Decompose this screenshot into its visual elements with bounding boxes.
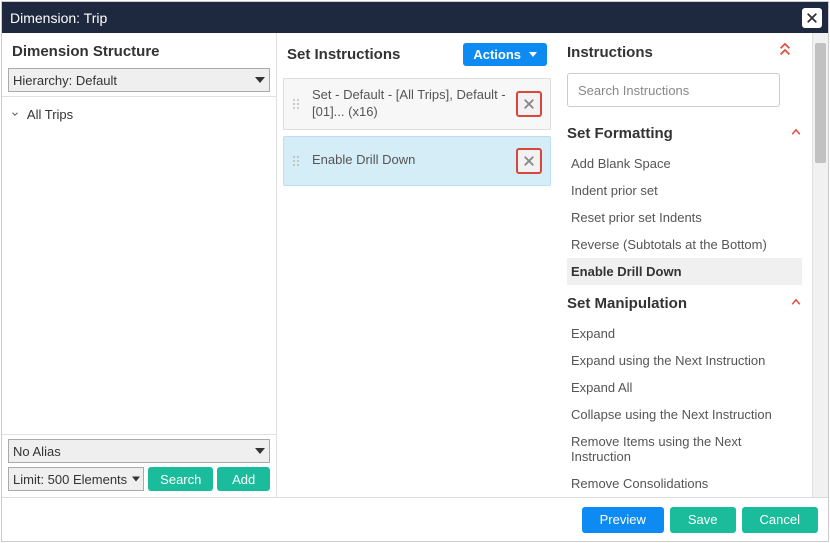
close-icon [806, 12, 818, 24]
hierarchy-tree[interactable]: All Trips [2, 96, 276, 434]
set-instructions-heading: Set Instructions [287, 46, 400, 63]
tree-root-item[interactable]: All Trips [10, 103, 268, 126]
instruction-option[interactable]: Expand using the Next Instruction [567, 347, 802, 374]
section-header[interactable]: Set Manipulation [567, 285, 802, 320]
option-list: Add Blank SpaceIndent prior setReset pri… [567, 150, 802, 285]
alias-select[interactable]: No Alias [8, 439, 270, 463]
instruction-row[interactable]: Enable Drill Down [283, 136, 551, 186]
scrollbar[interactable] [813, 33, 828, 497]
instruction-text: Set - Default - [All Trips], Default - [… [312, 87, 516, 121]
instruction-list: Set - Default - [All Trips], Default - [… [277, 74, 557, 192]
alias-select-value: No Alias [13, 444, 61, 459]
instruction-option[interactable]: Remove Items using the Next Instruction [567, 428, 802, 470]
instruction-option[interactable]: Enable Drill Down [567, 258, 802, 285]
instruction-sections: Set Formatting Add Blank SpaceIndent prio… [567, 115, 802, 497]
close-button[interactable] [802, 8, 822, 28]
actions-dropdown[interactable]: Actions [463, 43, 547, 66]
dimension-structure-panel: Dimension Structure Hierarchy: Default A… [2, 33, 277, 497]
dialog-title: Dimension: Trip [10, 10, 802, 26]
instruction-option[interactable]: Reset prior set Indents [567, 204, 802, 231]
tree-root-label: All Trips [27, 107, 73, 122]
chevron-up-icon [790, 295, 802, 312]
instruction-option[interactable]: Reverse (Subtotals at the Bottom) [567, 231, 802, 258]
chevron-up-icon [790, 125, 802, 142]
instruction-text: Enable Drill Down [312, 152, 516, 169]
instruction-option[interactable]: Remove Consolidations [567, 470, 802, 497]
delete-instruction-button[interactable] [516, 148, 542, 174]
close-icon [523, 98, 535, 110]
preview-button[interactable]: Preview [582, 507, 664, 533]
instruction-option[interactable]: Collapse using the Next Instruction [567, 401, 802, 428]
dimension-dialog: Dimension: Trip Dimension Structure Hier… [1, 1, 829, 542]
hierarchy-select[interactable]: Hierarchy: Default [8, 68, 270, 92]
section-title: Set Manipulation [567, 295, 687, 312]
chevron-down-icon [529, 52, 537, 57]
dimension-structure-heading: Dimension Structure [2, 33, 276, 68]
scrollbar-thumb[interactable] [815, 43, 826, 163]
hierarchy-select-value: Hierarchy: Default [13, 73, 117, 88]
instructions-heading: Instructions [567, 44, 653, 61]
search-instructions-input[interactable]: Search Instructions [567, 73, 780, 107]
section-title: Set Formatting [567, 125, 673, 142]
add-button[interactable]: Add [217, 467, 270, 491]
section-header[interactable]: Set Formatting [567, 115, 802, 150]
instruction-option[interactable]: Expand All [567, 374, 802, 401]
drag-handle-icon[interactable] [290, 99, 302, 109]
collapse-icon[interactable] [778, 43, 792, 61]
instruction-option[interactable]: Add Blank Space [567, 150, 802, 177]
search-placeholder: Search Instructions [578, 83, 689, 98]
option-list: ExpandExpand using the Next InstructionE… [567, 320, 802, 497]
instruction-option[interactable]: Indent prior set [567, 177, 802, 204]
cancel-button[interactable]: Cancel [742, 507, 818, 533]
instruction-option[interactable]: Expand [567, 320, 802, 347]
instructions-panel: Instructions Search Instructions Set For… [557, 33, 813, 497]
titlebar: Dimension: Trip [2, 2, 828, 33]
limit-select[interactable]: Limit: 500 Elements [8, 467, 144, 491]
dialog-footer: Preview Save Cancel [2, 497, 828, 541]
save-button[interactable]: Save [670, 507, 736, 533]
limit-select-value: Limit: 500 Elements [13, 472, 127, 487]
delete-instruction-button[interactable] [516, 91, 542, 117]
instruction-row[interactable]: Set - Default - [All Trips], Default - [… [283, 78, 551, 130]
search-button[interactable]: Search [148, 467, 213, 491]
dialog-body: Dimension Structure Hierarchy: Default A… [2, 33, 828, 497]
chevron-down-icon [10, 107, 20, 122]
drag-handle-icon[interactable] [290, 156, 302, 166]
close-icon [523, 155, 535, 167]
set-instructions-panel: Set Instructions Actions Set - Default -… [277, 33, 557, 497]
